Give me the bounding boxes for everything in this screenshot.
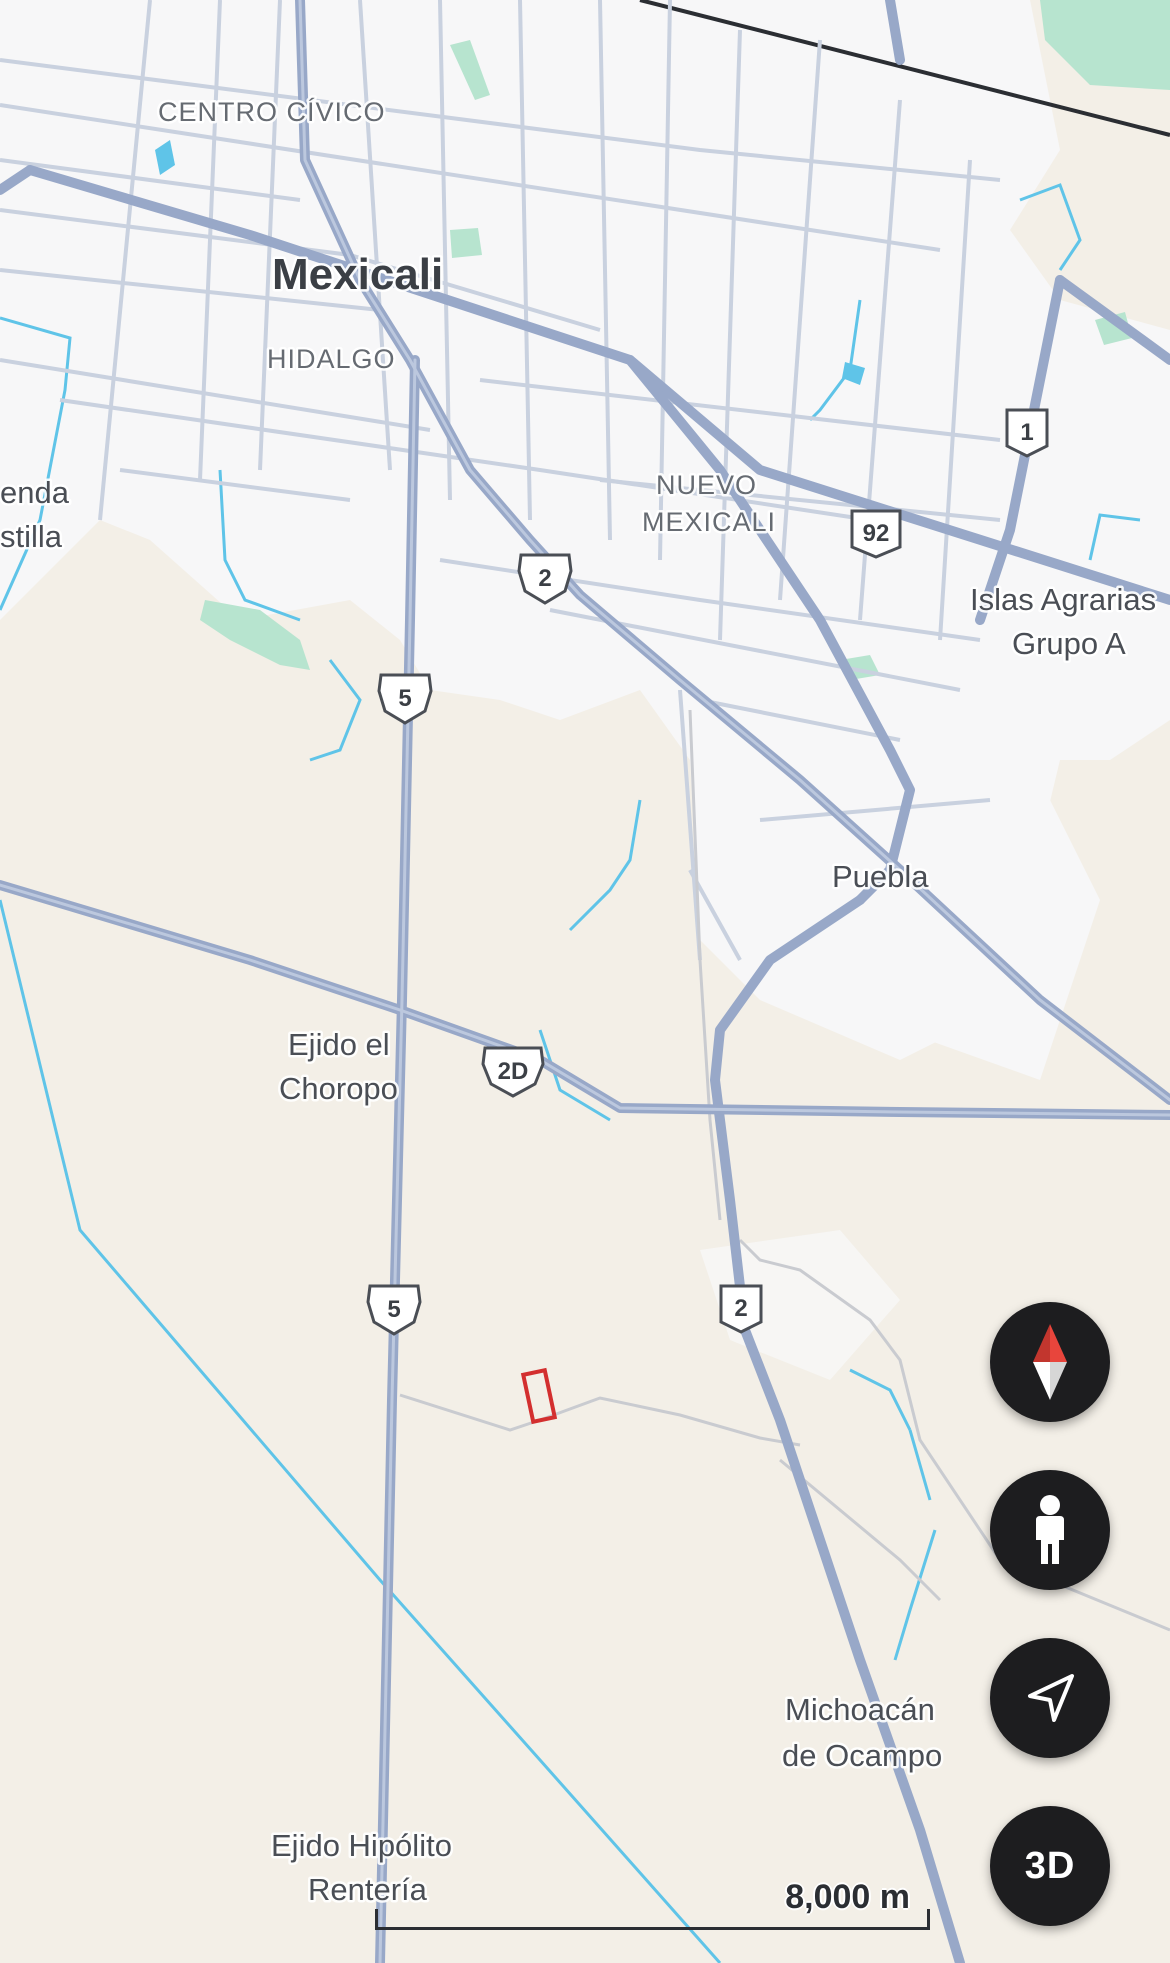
scale-bar: 8,000 m: [375, 1870, 930, 1940]
label-michoacan-2: de Ocampo: [782, 1738, 942, 1773]
label-centro-civico: CENTRO CÍVICO: [158, 97, 386, 127]
compass-button[interactable]: [990, 1302, 1110, 1422]
label-puebla: Puebla: [832, 859, 929, 894]
svg-text:5: 5: [387, 1296, 400, 1323]
map-canvas[interactable]: 5 5 2 2D 2 92 1 CENTRO CÍVICO Mexicali H…: [0, 0, 1170, 1963]
svg-text:2: 2: [734, 1295, 747, 1322]
label-mexicali: Mexicali: [272, 250, 443, 299]
shield-1: 1: [1005, 408, 1049, 458]
label-nuevo-mexicali-2: MEXICALI: [642, 507, 776, 537]
shield-92: 92: [850, 509, 902, 559]
scale-ruler: [375, 1909, 930, 1930]
label-renteria-1: Ejido Hipólito: [271, 1828, 452, 1863]
label-hidalgo: HIDALGO: [267, 344, 396, 374]
label-islas-agrarias-2: Grupo A: [1012, 626, 1126, 661]
my-location-button[interactable]: [990, 1638, 1110, 1758]
shield-2-lower: 2: [719, 1284, 763, 1334]
label-hacienda-2: stilla: [0, 519, 63, 554]
3d-view-button[interactable]: 3D: [990, 1806, 1110, 1926]
label-choropo-2: Choropo: [279, 1071, 398, 1106]
street-view-button[interactable]: [990, 1470, 1110, 1590]
label-hacienda-1: enda: [0, 475, 70, 510]
svg-text:92: 92: [863, 520, 890, 547]
label-choropo-1: Ejido el: [288, 1027, 390, 1062]
svg-text:1: 1: [1020, 419, 1033, 446]
3d-label: 3D: [1024, 1844, 1076, 1887]
label-michoacan-1: Michoacán: [785, 1692, 935, 1727]
svg-text:5: 5: [398, 685, 411, 712]
svg-text:2D: 2D: [498, 1058, 529, 1085]
pegman-icon: [1036, 1495, 1064, 1564]
navigation-arrow-icon: [1028, 1674, 1074, 1722]
label-nuevo-mexicali-1: NUEVO: [656, 470, 757, 500]
svg-text:2: 2: [538, 565, 551, 592]
label-islas-agrarias-1: Islas Agrarias: [970, 582, 1156, 617]
compass-icon: [1033, 1324, 1067, 1400]
